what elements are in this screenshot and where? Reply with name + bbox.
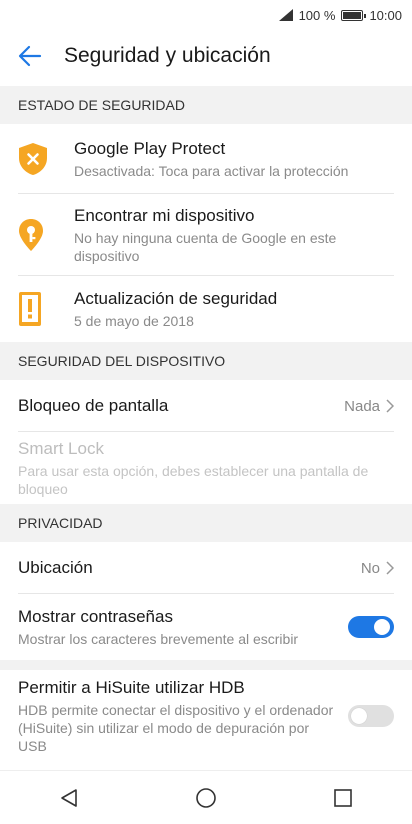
battery-percent: 100 % bbox=[298, 7, 336, 23]
hisuite-hdb-toggle[interactable] bbox=[348, 705, 394, 727]
security-update-subtitle: 5 de mayo de 2018 bbox=[74, 313, 194, 329]
hisuite-hdb-item[interactable]: Permitir a HiSuite utilizar HDB HDB perm… bbox=[0, 670, 412, 762]
signal-icon bbox=[278, 9, 293, 21]
google-play-protect-subtitle: Desactivada: Toca para activar la protec… bbox=[74, 163, 349, 179]
circle-home-icon bbox=[196, 787, 216, 808]
location-title: Ubicación bbox=[18, 558, 93, 577]
nav-home-button[interactable] bbox=[176, 773, 236, 823]
chevron-right-icon bbox=[386, 561, 394, 575]
find-my-device-title: Encontrar mi dispositivo bbox=[74, 206, 255, 225]
shield-x-icon bbox=[19, 143, 47, 175]
status-bar: 100 % 10:00 bbox=[0, 0, 412, 30]
triangle-back-icon bbox=[60, 788, 77, 807]
smart-lock-title: Smart Lock bbox=[18, 439, 104, 458]
location-value: No bbox=[360, 559, 380, 577]
show-passwords-item[interactable]: Mostrar contraseñas Mostrar los caracter… bbox=[0, 594, 412, 660]
arrow-back-icon bbox=[18, 45, 42, 67]
section-header-device-security: SEGURIDAD DEL DISPOSITIVO bbox=[0, 342, 412, 380]
nav-recents-button[interactable] bbox=[313, 773, 373, 823]
section-header-security-status: ESTADO DE SEGURIDAD bbox=[0, 86, 412, 124]
screen-lock-value: Nada bbox=[344, 397, 380, 415]
screen-lock-item[interactable]: Bloqueo de pantalla Nada bbox=[0, 380, 412, 432]
smart-lock-subtitle: Para usar esta opción, debes establecer … bbox=[18, 463, 369, 497]
section-spacer bbox=[0, 660, 412, 670]
screen-lock-title: Bloqueo de pantalla bbox=[18, 396, 169, 415]
google-play-protect-title: Google Play Protect bbox=[74, 139, 226, 158]
back-button[interactable] bbox=[0, 30, 64, 82]
find-my-device-subtitle: No hay ninguna cuenta de Google en este … bbox=[74, 230, 337, 264]
chevron-right-icon bbox=[386, 399, 394, 413]
battery-icon bbox=[341, 9, 367, 21]
hisuite-hdb-subtitle: HDB permite conectar el dispositivo y el… bbox=[18, 702, 334, 754]
nav-back-button[interactable] bbox=[39, 773, 99, 823]
show-passwords-title: Mostrar contraseñas bbox=[18, 607, 173, 626]
app-bar: Seguridad y ubicación bbox=[0, 30, 412, 82]
square-recents-icon bbox=[334, 788, 353, 807]
toggle-knob bbox=[351, 708, 367, 724]
page-title: Seguridad y ubicación bbox=[64, 44, 271, 67]
navigation-bar bbox=[0, 770, 412, 824]
phone-alert-icon bbox=[19, 292, 41, 326]
show-passwords-subtitle: Mostrar los caracteres brevemente al esc… bbox=[18, 631, 299, 647]
clock: 10:00 bbox=[369, 7, 402, 23]
show-passwords-toggle[interactable] bbox=[348, 616, 394, 638]
location-item[interactable]: Ubicación No bbox=[0, 542, 412, 594]
hisuite-hdb-title: Permitir a HiSuite utilizar HDB bbox=[18, 678, 245, 697]
location-key-icon bbox=[19, 219, 43, 251]
toggle-knob bbox=[374, 619, 390, 635]
security-update-title: Actualización de seguridad bbox=[74, 289, 278, 308]
smart-lock-item: Smart Lock Para usar esta opción, debes … bbox=[0, 432, 412, 504]
security-update-item[interactable]: Actualización de seguridad 5 de mayo de … bbox=[0, 276, 412, 342]
google-play-protect-item[interactable]: Google Play Protect Desactivada: Toca pa… bbox=[0, 124, 412, 194]
find-my-device-item[interactable]: Encontrar mi dispositivo No hay ninguna … bbox=[0, 194, 412, 276]
settings-list: ESTADO DE SEGURIDAD Google Play Protect … bbox=[0, 86, 412, 762]
section-header-privacy: PRIVACIDAD bbox=[0, 504, 412, 542]
